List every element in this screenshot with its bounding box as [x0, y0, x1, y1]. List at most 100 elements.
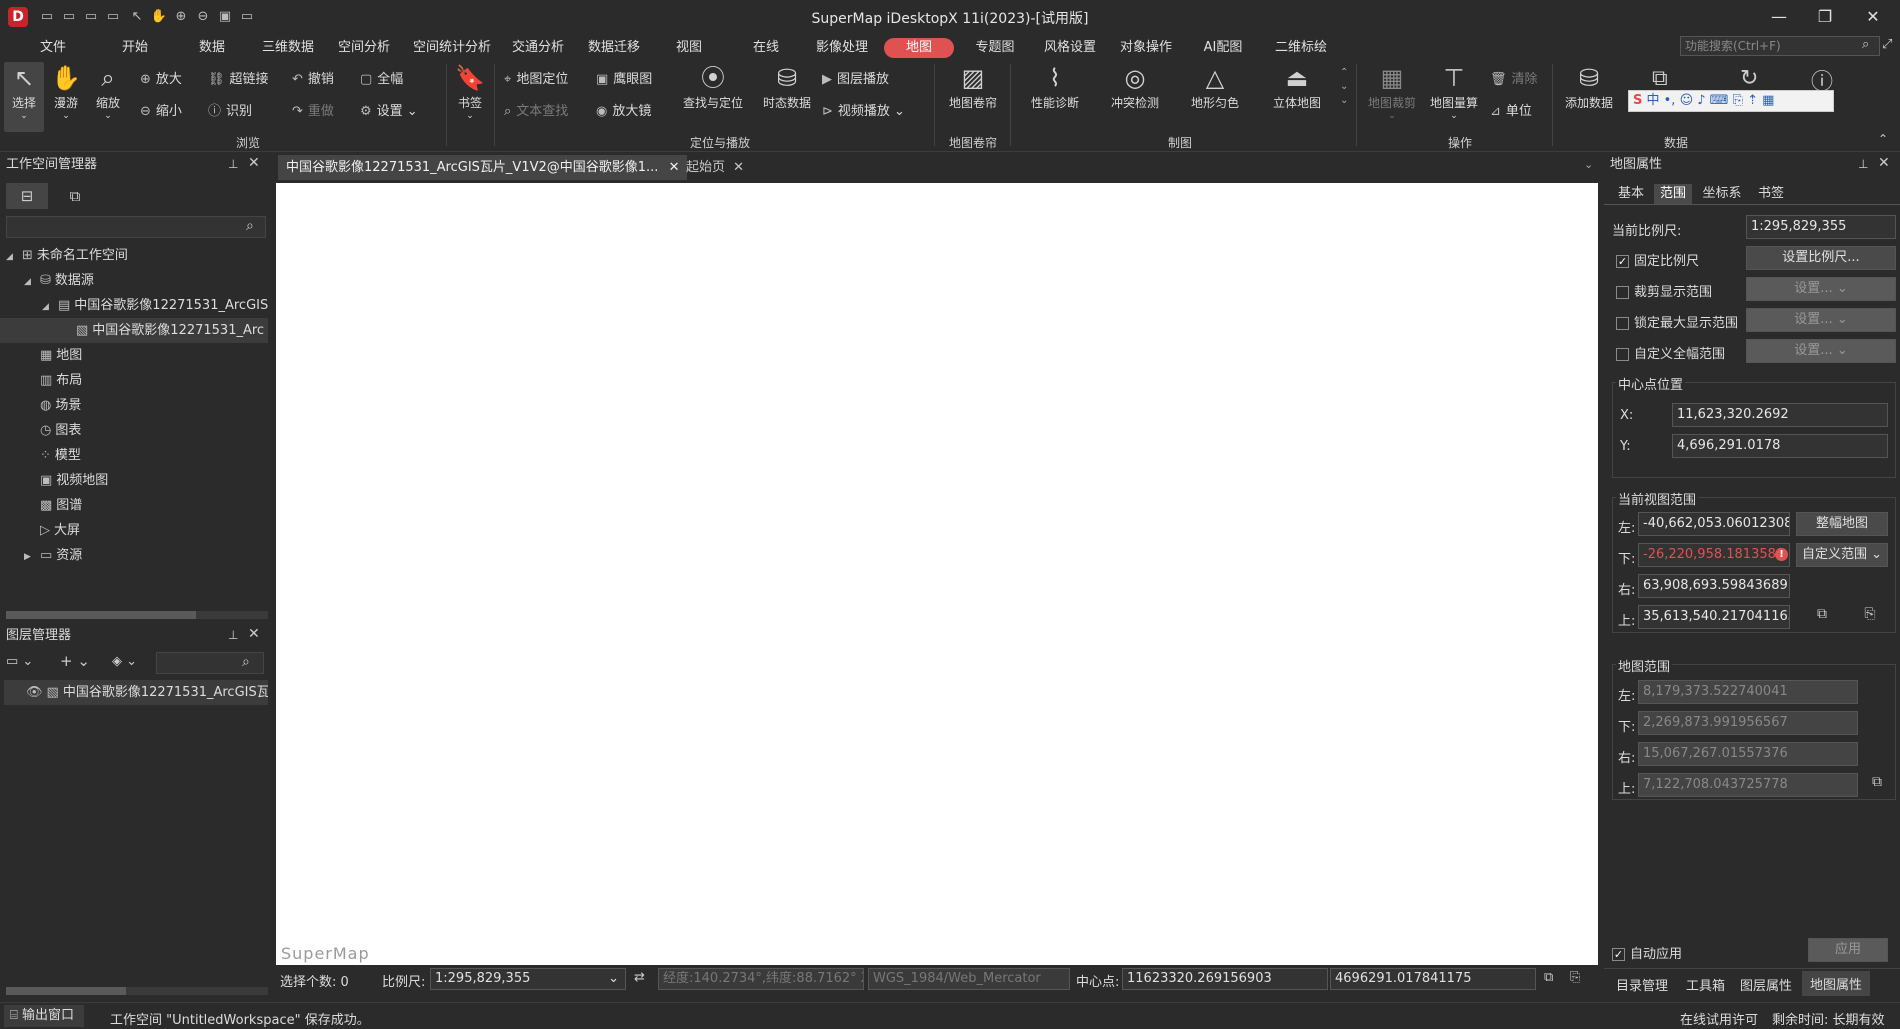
copy-icon[interactable]: ⧉	[1544, 970, 1553, 985]
current-scale-field[interactable]: 1:295,829,355	[1746, 215, 1896, 239]
map-locate-button[interactable]: ⌖ 地图定位	[504, 68, 568, 87]
expand-arrow-icon[interactable]: ▶	[24, 545, 36, 568]
scrollbar-thumb[interactable]	[6, 987, 126, 995]
close-icon[interactable]: ✕	[248, 155, 260, 171]
tab-layer-props[interactable]: 图层属性	[1740, 975, 1792, 994]
tree-item[interactable]: ⁘ 模型	[0, 443, 268, 468]
bookmark-button[interactable]: 🔖 书签 ⌄	[450, 62, 490, 121]
menu-traffic[interactable]: 交通分析	[510, 38, 566, 58]
zoom-tool-button[interactable]: ⌕ 缩放 ⌄	[88, 62, 128, 121]
workspace-search-input[interactable]	[6, 216, 266, 238]
layer-row[interactable]: 👁 ▧ 中国谷歌影像12271531_ArcGIS瓦片	[4, 680, 268, 705]
tree-item[interactable]: ◢ ⊞ 未命名工作空间	[0, 243, 268, 268]
map-swipe-button[interactable]: ▨ 地图卷帘	[940, 62, 1006, 111]
menu-view[interactable]: 视图	[672, 38, 706, 58]
center-x-field[interactable]: 11623320.269156903	[1122, 968, 1328, 990]
stereo-map-button[interactable]: ⏏ 立体地图	[1262, 62, 1332, 111]
tree-item[interactable]: ▥ 布局	[0, 368, 268, 393]
view-bottom-field[interactable]: -26,220,958.1813588	[1638, 543, 1790, 567]
menu-spatial-analysis[interactable]: 空间分析	[336, 38, 392, 58]
workspace-scrollbar[interactable]	[6, 611, 268, 619]
set-scale-button[interactable]: 设置比例尺...	[1746, 246, 1896, 270]
paste-icon[interactable]: ⎘	[1856, 606, 1884, 628]
tab-map-props[interactable]: 地图属性	[1802, 971, 1871, 996]
custom-full-set-button[interactable]: 设置... ⌄	[1746, 339, 1896, 363]
view-right-field[interactable]: 63,908,693.59843689	[1638, 574, 1790, 598]
magnifier-button[interactable]: ◉ 放大镜	[596, 100, 651, 119]
menu-2d-plot[interactable]: 二维标绘	[1270, 38, 1332, 58]
perf-diagnosis-button[interactable]: ⌇ 性能诊断	[1020, 62, 1090, 111]
select-tool-button[interactable]: ↖ 选择 ⌄	[4, 62, 44, 132]
expand-arrow-icon[interactable]: ◢	[24, 270, 36, 293]
find-locate-button[interactable]: ⦿ 查找与定位	[676, 62, 750, 111]
menu-imagery[interactable]: 影像处理	[814, 38, 870, 58]
menu-data-migration[interactable]: 数据迁移	[586, 38, 642, 58]
tab-range[interactable]: 范围	[1654, 184, 1692, 204]
map-clip-button[interactable]: ▦ 地图裁剪 ⌄	[1362, 62, 1422, 121]
map-measure-button[interactable]: ⊤ 地图量算 ⌄	[1424, 62, 1484, 121]
add-data-button[interactable]: ⛁ 添加数据	[1558, 62, 1620, 111]
menu-online[interactable]: 在线	[749, 38, 783, 58]
pin-icon[interactable]: ⊥	[228, 157, 238, 171]
layer-play-button[interactable]: ▶ 图层播放	[822, 68, 889, 87]
close-icon[interactable]: ✕	[248, 626, 260, 642]
menu-data[interactable]: 数据	[195, 38, 229, 58]
full-extent-button[interactable]: ▢ 全幅	[360, 68, 403, 87]
menu-3d-data[interactable]: 三维数据	[260, 38, 316, 58]
tree-item[interactable]: ▦ 地图	[0, 343, 268, 368]
custom-full-checkbox[interactable]: 自定义全幅范围	[1616, 343, 1725, 362]
clip-display-checkbox[interactable]: 裁剪显示范围	[1616, 281, 1712, 300]
tree-item[interactable]: ▷ 大屏	[0, 518, 268, 543]
search-icon[interactable]: ⌕	[1862, 37, 1869, 52]
scrollbar-thumb[interactable]	[6, 611, 196, 619]
undo-button[interactable]: ↶ 撤销	[292, 68, 334, 87]
view-top-field[interactable]: 35,613,540.217041165	[1638, 605, 1790, 629]
full-map-button[interactable]: 整幅地图	[1796, 512, 1888, 536]
layer-style-icon[interactable]: ◈ ⌄	[112, 654, 137, 669]
tab-bookmark[interactable]: 书签	[1752, 184, 1790, 204]
refresh-icon[interactable]: ↻	[1740, 66, 1758, 91]
tree-item[interactable]: ▧ 中国谷歌影像12271531_Arc	[0, 318, 268, 343]
redo-button[interactable]: ↷ 重做	[292, 100, 334, 119]
close-icon[interactable]: ✕	[733, 160, 744, 175]
center-y-field[interactable]: 4,696,291.0178	[1672, 434, 1888, 458]
tab-map-document[interactable]: 中国谷歌影像12271531_ArcGIS瓦片_V1V2@中国谷歌影像1... …	[278, 155, 688, 180]
pin-icon[interactable]: ⊥	[1858, 157, 1868, 171]
conflict-detection-button[interactable]: ◎ 冲突检测	[1100, 62, 1170, 111]
ribbon-scroll-icon[interactable]: ⌃ ⌄ ⌄	[1340, 66, 1348, 108]
workspace-tab-resource[interactable]: ⧉	[54, 183, 96, 209]
layer-group-icon[interactable]: ▭ ⌄	[6, 654, 33, 669]
function-search-input[interactable]: 功能搜索(Ctrl+F)	[1680, 36, 1880, 56]
eye-icon[interactable]: 👁	[26, 685, 43, 700]
copy-icon[interactable]: ⧉	[1808, 606, 1836, 628]
menu-start[interactable]: 开始	[118, 38, 152, 58]
apply-button[interactable]: 应用	[1808, 938, 1888, 962]
unit-button[interactable]: ⊿ 单位	[1490, 100, 1532, 119]
fixed-scale-checkbox[interactable]: ✓ 固定比例尺	[1616, 250, 1699, 269]
menu-style[interactable]: 风格设置	[1042, 38, 1098, 58]
close-button[interactable]: ✕	[1858, 6, 1888, 28]
view-left-field[interactable]: -40,662,053.060123086	[1638, 512, 1790, 536]
tab-basic[interactable]: 基本	[1612, 184, 1650, 204]
hyperlink-button[interactable]: ⛓ 超链接	[208, 68, 269, 87]
tree-item[interactable]: ◢ ⛁ 数据源	[0, 268, 268, 293]
menu-thematic[interactable]: 专题图	[972, 38, 1018, 58]
tab-list-icon[interactable]: ⌄	[1584, 158, 1593, 171]
paste-icon[interactable]: ⎘	[1570, 970, 1580, 985]
clip-set-button[interactable]: 设置... ⌄	[1746, 277, 1896, 301]
video-play-button[interactable]: ⊳ 视频播放 ⌄	[822, 100, 905, 119]
menu-spatial-stats[interactable]: 空间统计分析	[410, 38, 494, 58]
tab-toolbox[interactable]: 工具箱	[1686, 975, 1725, 994]
clear-button[interactable]: 🗑 清除	[1490, 68, 1538, 87]
pin-icon[interactable]: ⊥	[228, 628, 238, 642]
menu-map[interactable]: 地图	[884, 38, 954, 58]
expand-icon[interactable]: ⤢	[1882, 37, 1892, 52]
close-icon[interactable]: ✕	[1878, 155, 1890, 171]
ime-toolbar[interactable]: S 中 •, ☺ ♪ ⌨ ⎘ ⇡ ▦	[1628, 90, 1834, 112]
collapse-ribbon-icon[interactable]: ⌃	[1878, 132, 1888, 146]
terrain-color-button[interactable]: △ 地形匀色	[1180, 62, 1250, 111]
menu-object-ops[interactable]: 对象操作	[1118, 38, 1174, 58]
add-layer-icon[interactable]: + ⌄	[60, 652, 90, 670]
expand-arrow-icon[interactable]: ◢	[42, 295, 54, 318]
output-window-tab[interactable]: ⌸ 输出窗口	[4, 1005, 84, 1027]
